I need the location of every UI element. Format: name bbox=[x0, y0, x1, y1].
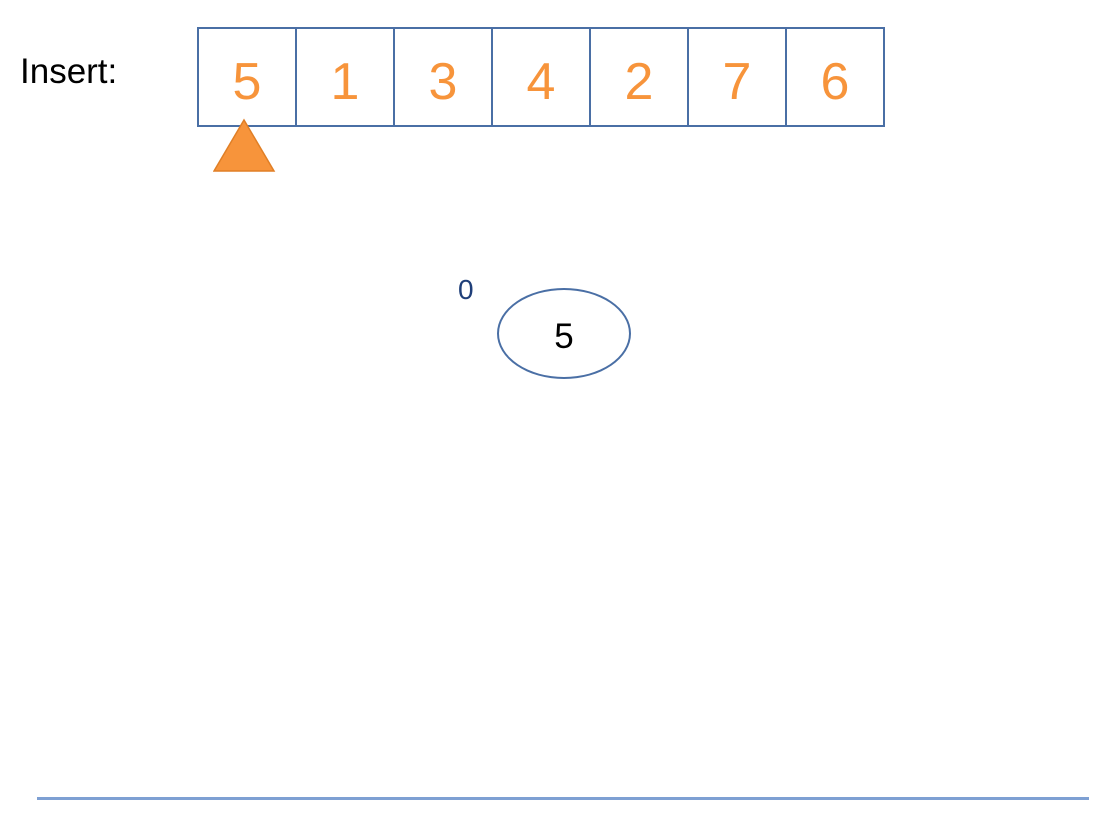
array-cell: 7 bbox=[687, 27, 787, 127]
node-height-label: 0 bbox=[458, 274, 474, 305]
array-cell: 1 bbox=[295, 27, 395, 127]
footer-divider bbox=[37, 797, 1089, 800]
array-cell: 2 bbox=[589, 27, 689, 127]
input-array: 5 1 3 4 2 7 6 bbox=[197, 27, 885, 127]
array-cell: 5 bbox=[197, 27, 297, 127]
tree-node: 5 bbox=[497, 288, 631, 379]
array-cell: 3 bbox=[393, 27, 493, 127]
current-pointer-icon bbox=[213, 118, 276, 172]
array-cell: 4 bbox=[491, 27, 591, 127]
insert-label: Insert: bbox=[20, 52, 118, 91]
array-cell: 6 bbox=[785, 27, 885, 127]
